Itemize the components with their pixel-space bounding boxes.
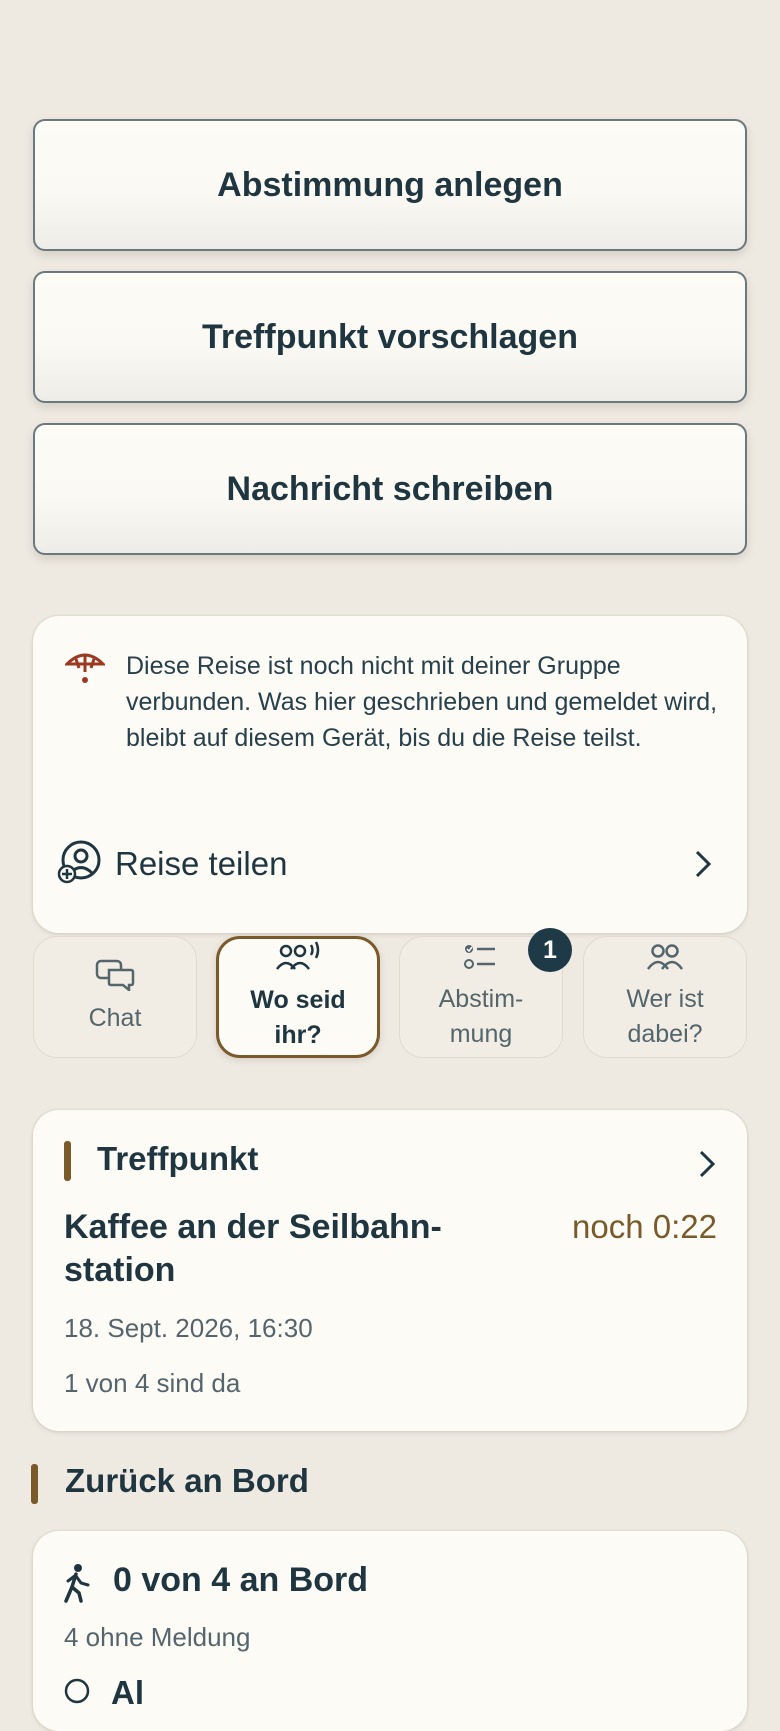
meeting-place-line1: Kaffee an der Seilbahn-	[64, 1208, 442, 1246]
suggest-meeting-button[interactable]: Treffpunkt vorschlagen	[33, 271, 747, 403]
share-trip-label: Reise teilen	[115, 845, 288, 882]
share-notice-card: Diese Reise ist noch nicht mit deiner Gr…	[33, 616, 747, 933]
tab-label-line1: Wer ist	[626, 985, 704, 1013]
tab-label-line2: mung	[449, 1020, 513, 1048]
no-report-count: 4 ohne Meldung	[64, 1622, 251, 1652]
clock-icon	[63, 1677, 91, 1710]
board-count: 0 von 4 an Bord	[113, 1561, 369, 1599]
board-section-title: Zurück an Bord	[65, 1462, 309, 1499]
tab-where-are-you[interactable]: Wo seid ihr?	[216, 936, 380, 1058]
group-location-icon	[274, 941, 322, 983]
section-accent-bar	[31, 1464, 38, 1504]
tab-label-line1: Wo seid	[250, 986, 346, 1014]
create-poll-button[interactable]: Abstimmung anlegen	[33, 119, 747, 251]
chat-bubbles-icon	[95, 959, 135, 1001]
arrived-count: 1 von 4 sind da	[64, 1368, 241, 1398]
write-message-button[interactable]: Nachricht schreiben	[33, 423, 747, 555]
walking-person-icon	[61, 1563, 93, 1608]
share-person-icon	[57, 840, 101, 889]
tab-label: Chat	[88, 1003, 142, 1032]
tab-label-line2: ihr?	[274, 1021, 322, 1049]
chevron-right-icon	[693, 848, 713, 885]
chevron-right-icon	[697, 1148, 717, 1185]
meeting-point-card[interactable]: Treffpunkt Kaffee an der Seilbahn- stati…	[33, 1110, 747, 1431]
tab-participants[interactable]: Wer ist dabei?	[583, 936, 747, 1058]
meeting-place-line2: station	[64, 1251, 176, 1289]
countdown-label: noch 0:22	[572, 1208, 717, 1245]
meeting-datetime: 18. Sept. 2026, 16:30	[64, 1313, 313, 1343]
poll-count-badge: 1	[528, 928, 572, 972]
share-trip-row[interactable]: Reise teilen	[57, 834, 723, 894]
meeting-place: Kaffee an der Seilbahn- station	[64, 1206, 442, 1292]
umbrella-alert-icon	[63, 650, 107, 691]
people-icon	[645, 942, 685, 982]
meeting-section-title: Treffpunkt	[97, 1140, 259, 1177]
board-status-card[interactable]: 0 von 4 an Bord 4 ohne Meldung Al	[33, 1531, 747, 1731]
tab-label-line2: dabei?	[627, 1020, 703, 1048]
checklist-icon	[463, 942, 499, 982]
section-accent-bar	[64, 1141, 71, 1181]
tab-chat[interactable]: Chat	[33, 936, 197, 1058]
notice-text: Diese Reise ist noch nicht mit deiner Gr…	[126, 652, 718, 752]
tab-label-line1: Abstim-	[438, 985, 524, 1013]
partial-row-label: Al	[111, 1674, 144, 1711]
